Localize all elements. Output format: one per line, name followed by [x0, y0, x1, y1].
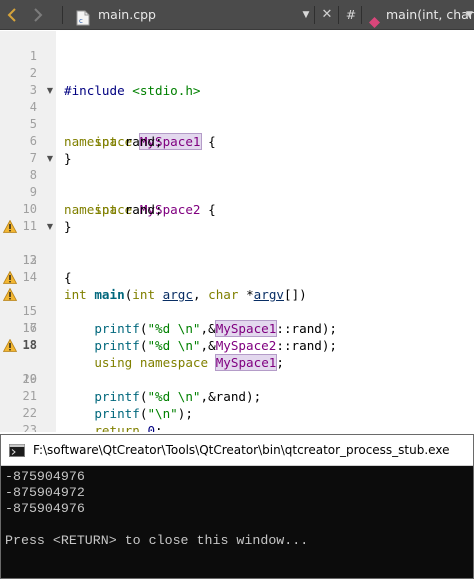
code-line-1: 1 [0, 31, 474, 63]
code-line-16: 16 printf("%d \n",&MySpace2::rand); [0, 286, 474, 353]
toolbar-divider [361, 6, 362, 24]
back-button[interactable] [4, 0, 20, 30]
file-selector[interactable]: main.cpp [98, 0, 156, 30]
code-line-2: 2 #include <stdio.h> [0, 48, 474, 98]
editor-toolbar: c main.cpp ▼ ✕ # main(int, char * ▼ [0, 0, 474, 30]
fold-toggle-icon[interactable]: ▼ [45, 150, 55, 167]
fold-toggle-icon[interactable]: ▼ [45, 218, 55, 235]
symbol-selector[interactable]: main(int, char * [386, 0, 474, 30]
toolbar-divider [62, 6, 63, 24]
code-line-7: 7 [0, 133, 474, 165]
console-title-bar[interactable]: F:\software\QtCreator\Tools\QtCreator\bi… [1, 435, 473, 466]
code-line-9: 9 int rand; [0, 167, 474, 217]
code-line-17: 17 [0, 303, 474, 335]
console-window[interactable]: F:\software\QtCreator\Tools\QtCreator\bi… [0, 434, 474, 579]
code-line-5: 5 int rand; [0, 99, 474, 149]
code-line-19: 19 printf("%d \n",&rand); [0, 337, 474, 404]
cpp-file-icon: c [76, 7, 90, 26]
toolbar-divider [314, 6, 315, 24]
console-line: -875904976 [5, 501, 85, 516]
fold-toggle-icon[interactable]: ▼ [45, 82, 55, 99]
code-editor[interactable]: 1 2 #include <stdio.h> 3 4 ▼ namespace M… [0, 31, 474, 432]
file-dropdown-icon[interactable]: ▼ [300, 0, 312, 30]
code-line-3: 3 [0, 65, 474, 97]
code-line-18: 18 using namespace MySpace1; [0, 320, 474, 371]
forward-button[interactable] [30, 0, 46, 30]
toolbar-divider [338, 6, 339, 24]
svg-text:c: c [79, 17, 83, 25]
console-title: F:\software\QtCreator\Tools\QtCreator\bi… [33, 443, 450, 457]
code-line-8: 8 ▼ namespace MySpace2 { [0, 150, 474, 217]
code-line-22: 22 return 0; [0, 388, 474, 432]
code-line-23: 23 } [0, 405, 474, 432]
code-line-6: 6 } [0, 116, 474, 166]
code-line-20: 20 [0, 354, 474, 386]
terminal-icon [9, 444, 25, 457]
warning-icon[interactable] [3, 339, 17, 352]
code-line-15: 15 printf("%d \n",&MySpace1::rand); [0, 269, 474, 337]
function-symbol-icon [369, 9, 380, 28]
code-line-21: 21 printf("\n"); [0, 371, 474, 421]
warning-icon[interactable] [3, 271, 17, 284]
console-line: Press <RETURN> to close this window... [5, 533, 309, 548]
code-line-14: 14 [0, 252, 474, 284]
code-line-11: 11 [0, 201, 474, 233]
symbol-dropdown-icon[interactable]: ▼ [466, 0, 474, 30]
code-line-12: 12 ▼ int main(int argc, char *argv[]) [0, 218, 474, 302]
warning-icon[interactable] [3, 220, 17, 233]
chevron-left-icon [7, 8, 16, 22]
code-line-10: 10 } [0, 184, 474, 234]
chevron-right-icon [34, 8, 43, 22]
warning-icon[interactable] [3, 288, 17, 301]
console-line: -875904976 [5, 469, 85, 484]
console-line: -875904972 [5, 485, 85, 500]
console-output[interactable]: -875904976 -875904972 -875904976 Press <… [5, 469, 471, 549]
code-line-13: 13 { [0, 235, 474, 285]
close-document-button[interactable]: ✕ [320, 0, 334, 30]
code-line-24: 24 [0, 422, 474, 432]
code-line-4: 4 ▼ namespace MySpace1 { [0, 82, 474, 150]
symbol-hash-icon[interactable]: # [345, 0, 357, 30]
